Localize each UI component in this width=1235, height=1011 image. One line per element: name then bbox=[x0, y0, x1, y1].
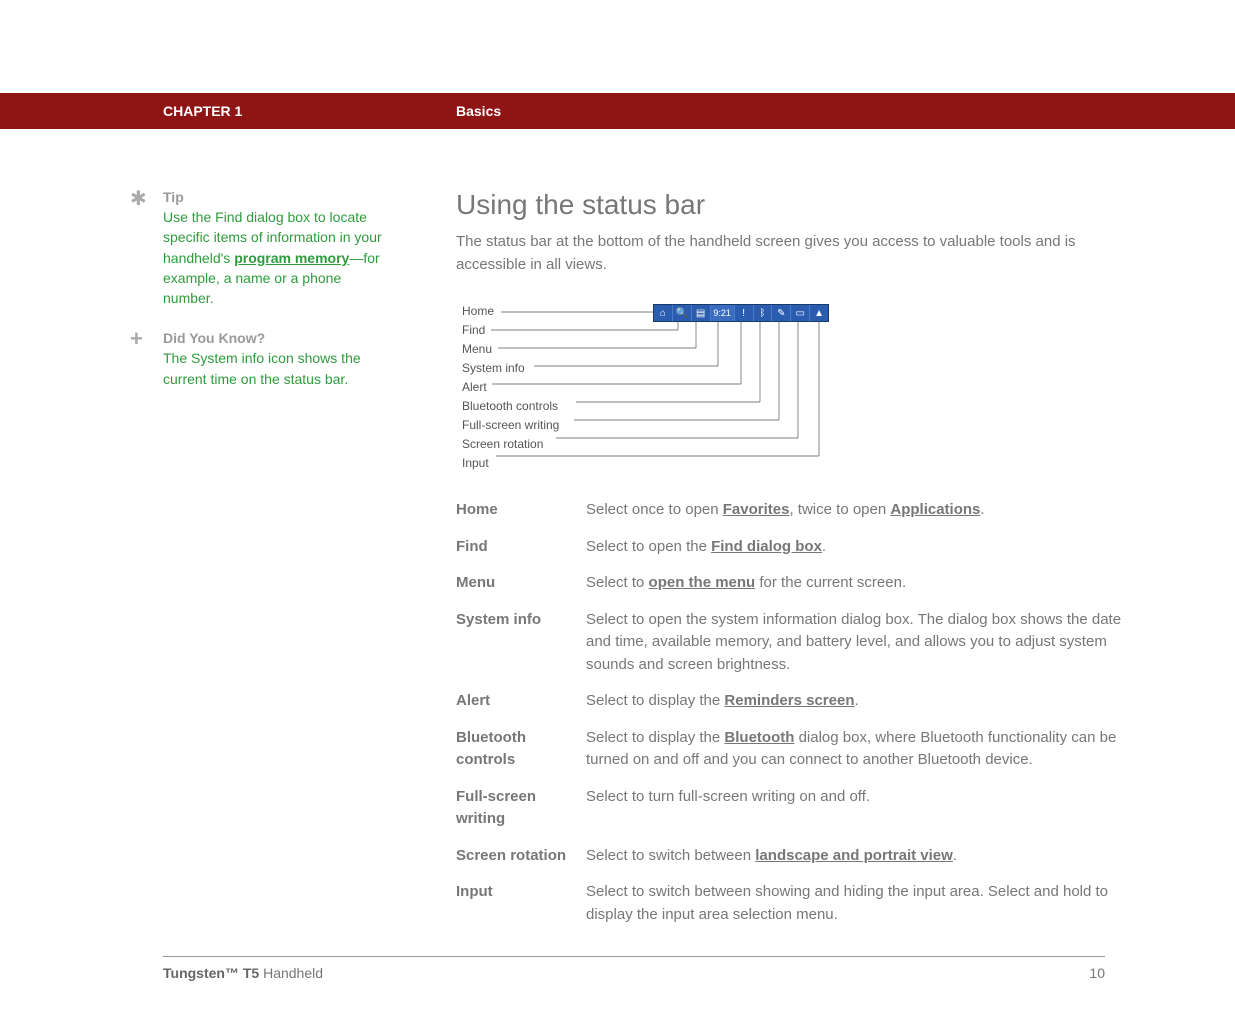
section-label: Basics bbox=[456, 103, 501, 119]
definition-description: Select to switch between showing and hid… bbox=[586, 881, 1146, 926]
asterisk-icon: ✱ bbox=[130, 189, 147, 209]
definition-term: Find bbox=[456, 536, 586, 559]
dyk-heading: Did You Know? bbox=[163, 330, 390, 346]
definition-description: Select to display the Bluetooth dialog b… bbox=[586, 727, 1146, 772]
definition-term: System info bbox=[456, 609, 586, 677]
plus-icon: + bbox=[130, 330, 143, 348]
intro-text: The status bar at the bottom of the hand… bbox=[456, 231, 1146, 276]
chapter-label: CHAPTER 1 bbox=[163, 103, 242, 119]
inline-link[interactable]: Applications bbox=[890, 501, 980, 518]
definition-term: Menu bbox=[456, 572, 586, 595]
footer-product-bold: Tungsten™ T5 bbox=[163, 965, 259, 981]
footer: Tungsten™ T5 Handheld 10 bbox=[0, 957, 1235, 1011]
definition-row: InputSelect to switch between showing an… bbox=[456, 881, 1146, 926]
inline-link[interactable]: Reminders screen bbox=[724, 692, 854, 709]
definition-description: Select to display the Reminders screen. bbox=[586, 690, 1146, 713]
sidebar: ✱ Tip Use the Find dialog box to locate … bbox=[130, 189, 390, 411]
definition-description: Select once to open Favorites, twice to … bbox=[586, 499, 1146, 522]
tip-text: Use the Find dialog box to locate specif… bbox=[163, 207, 390, 308]
definition-row: Screen rotationSelect to switch between … bbox=[456, 845, 1146, 868]
definition-term: Full-screen writing bbox=[456, 786, 586, 831]
status-bar-diagram: HomeFindMenuSystem infoAlertBluetooth co… bbox=[456, 304, 1146, 479]
footer-product-rest: Handheld bbox=[259, 965, 323, 981]
definition-term: Bluetooth controls bbox=[456, 727, 586, 772]
definition-row: FindSelect to open the Find dialog box. bbox=[456, 536, 1146, 559]
main-content: Using the status bar The status bar at t… bbox=[456, 189, 1146, 926]
page-number: 10 bbox=[1089, 965, 1105, 981]
definition-term: Input bbox=[456, 881, 586, 926]
definition-description: Select to open the menu for the current … bbox=[586, 572, 1146, 595]
definition-description: Select to switch between landscape and p… bbox=[586, 845, 1146, 868]
definition-row: AlertSelect to display the Reminders scr… bbox=[456, 690, 1146, 713]
definitions-list: HomeSelect once to open Favorites, twice… bbox=[456, 499, 1146, 926]
definition-term: Alert bbox=[456, 690, 586, 713]
definition-row: Bluetooth controlsSelect to display the … bbox=[456, 727, 1146, 772]
definition-description: Select to open the Find dialog box. bbox=[586, 536, 1146, 559]
definition-description: Select to turn full-screen writing on an… bbox=[586, 786, 1146, 831]
definition-row: Full-screen writingSelect to turn full-s… bbox=[456, 786, 1146, 831]
inline-link[interactable]: landscape and portrait view bbox=[755, 847, 953, 864]
inline-link[interactable]: Favorites bbox=[723, 501, 790, 518]
page-title: Using the status bar bbox=[456, 189, 1146, 221]
footer-product: Tungsten™ T5 Handheld bbox=[163, 965, 323, 981]
program-memory-link[interactable]: program memory bbox=[234, 250, 349, 266]
definition-term: Home bbox=[456, 499, 586, 522]
inline-link[interactable]: Bluetooth bbox=[724, 729, 794, 746]
definition-row: HomeSelect once to open Favorites, twice… bbox=[456, 499, 1146, 522]
header-bar: CHAPTER 1 Basics bbox=[0, 93, 1235, 129]
definition-description: Select to open the system information di… bbox=[586, 609, 1146, 677]
tip-heading: Tip bbox=[163, 189, 390, 205]
definition-term: Screen rotation bbox=[456, 845, 586, 868]
inline-link[interactable]: Find dialog box bbox=[711, 538, 822, 555]
callout-lines bbox=[456, 304, 836, 479]
definition-row: MenuSelect to open the menu for the curr… bbox=[456, 572, 1146, 595]
definition-row: System infoSelect to open the system inf… bbox=[456, 609, 1146, 677]
dyk-text: The System info icon shows the current t… bbox=[163, 348, 390, 389]
inline-link[interactable]: open the menu bbox=[649, 574, 756, 591]
